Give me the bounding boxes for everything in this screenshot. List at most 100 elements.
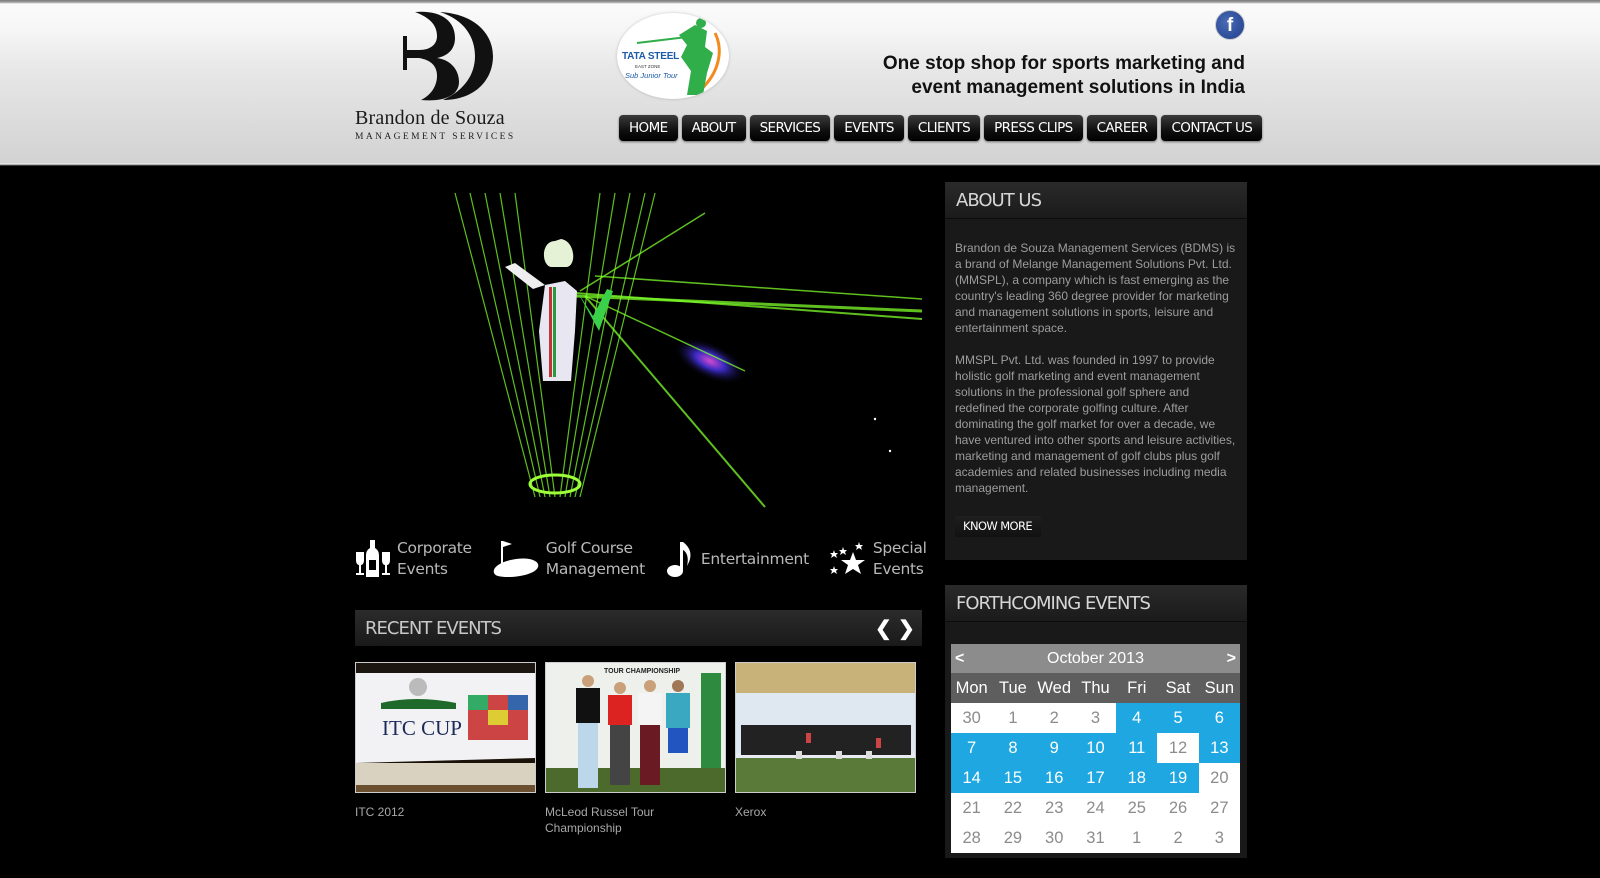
calendar-week: 21 22 23 24 25 26 27 bbox=[951, 793, 1240, 823]
calendar-day: 21 bbox=[951, 793, 993, 823]
main-nav: HOME ABOUT SERVICES EVENTS CLIENTS PRESS… bbox=[619, 115, 1263, 141]
calendar-day-event[interactable]: 8 bbox=[992, 733, 1034, 763]
forthcoming-events-title: FORTHCOMING EVENTS bbox=[945, 585, 1247, 622]
facebook-icon[interactable]: f bbox=[1215, 10, 1245, 40]
calendar-day-event[interactable]: 13 bbox=[1198, 733, 1240, 763]
svg-text:ITC CUP: ITC CUP bbox=[382, 716, 462, 740]
recent-events-title: RECENT EVENTS bbox=[365, 618, 502, 639]
nav-career[interactable]: CAREER bbox=[1086, 115, 1158, 141]
calendar-day: 24 bbox=[1074, 793, 1117, 823]
about-us-title: ABOUT US bbox=[945, 182, 1247, 219]
events-calendar: < October 2013 > Mon Tue Wed Thu Fri Sat Sun 3… bbox=[951, 644, 1240, 853]
tata-steel-badge[interactable]: TATA STEEL EAST ZONE Sub Junior Tour bbox=[617, 13, 729, 99]
calendar-prev-month-button[interactable]: < bbox=[955, 644, 964, 673]
service-golf-course-management[interactable]: Golf Course Management bbox=[492, 530, 645, 588]
bd-monogram-icon bbox=[403, 11, 493, 101]
calendar-weekday: Thu bbox=[1074, 673, 1117, 703]
calendar-day: 3 bbox=[1074, 703, 1117, 733]
calendar-day: 1 bbox=[1116, 823, 1158, 853]
tagline-line2: event management solutions in India bbox=[911, 76, 1245, 98]
nav-about[interactable]: ABOUT bbox=[681, 115, 746, 141]
calendar-day-event[interactable]: 14 bbox=[951, 763, 993, 793]
calendar-month-label: October 2013 bbox=[1047, 650, 1144, 667]
recent-events-list: ITC CUP ITC 2012 TOUR CHAMPIONSHIP McLeo… bbox=[355, 662, 922, 836]
calendar-day: 27 bbox=[1198, 793, 1240, 823]
event-card[interactable]: TOUR CHAMPIONSHIP McLeod Russel Tour Cha… bbox=[545, 662, 726, 836]
calendar-day-event[interactable]: 17 bbox=[1074, 763, 1117, 793]
calendar-day: 31 bbox=[1074, 823, 1117, 853]
music-note-icon bbox=[666, 542, 691, 577]
nav-contact-us[interactable]: CONTACT US bbox=[1161, 115, 1263, 141]
brand-subtitle: MANAGEMENT SERVICES bbox=[355, 132, 516, 142]
calendar-day-event[interactable]: 5 bbox=[1157, 703, 1199, 733]
carousel-next-button[interactable]: ❯ bbox=[898, 616, 915, 641]
calendar-weekday: Tue bbox=[992, 673, 1034, 703]
calendar-day-event[interactable]: 16 bbox=[1033, 763, 1075, 793]
recent-events-header: RECENT EVENTS ❮ ❯ bbox=[355, 610, 922, 646]
calendar-weekday: Fri bbox=[1116, 673, 1158, 703]
calendar-day: 20 bbox=[1198, 763, 1240, 793]
calendar-weekday: Mon bbox=[951, 673, 993, 703]
calendar-weekday: Sat bbox=[1157, 673, 1199, 703]
service-label: Golf Course Management bbox=[545, 539, 645, 578]
calendar-next-month-button[interactable]: > bbox=[1227, 644, 1236, 673]
badge-line2: EAST ZONE bbox=[635, 64, 661, 69]
calendar-weekday: Wed bbox=[1033, 673, 1075, 703]
service-label: Corporate Events bbox=[397, 539, 472, 578]
brand-name: Brandon de Souza bbox=[355, 107, 505, 129]
calendar-week: 14 15 16 17 18 19 20 bbox=[951, 763, 1240, 793]
calendar-week: 28 29 30 31 1 2 3 bbox=[951, 823, 1240, 853]
calendar-weekday: Sun bbox=[1198, 673, 1240, 703]
about-paragraph-1: Brandon de Souza Management Services (BD… bbox=[955, 241, 1236, 335]
calendar-day: 23 bbox=[1033, 793, 1075, 823]
know-more-button[interactable]: KNOW MORE bbox=[955, 516, 1041, 537]
calendar-day: 12 bbox=[1157, 733, 1199, 763]
event-image[interactable]: ITC CUP bbox=[355, 662, 536, 793]
nav-events[interactable]: EVENTS bbox=[834, 115, 904, 141]
calendar-day-event[interactable]: 10 bbox=[1074, 733, 1117, 763]
calendar-day-event[interactable]: 19 bbox=[1157, 763, 1199, 793]
service-label: Special Events bbox=[872, 539, 927, 578]
nav-services[interactable]: SERVICES bbox=[749, 115, 831, 141]
calendar-day-event[interactable]: 9 bbox=[1033, 733, 1075, 763]
brand-logo[interactable]: Brandon de Souza MANAGEMENT SERVICES bbox=[355, 10, 525, 145]
carousel-prev-button[interactable]: ❮ bbox=[875, 616, 892, 641]
event-caption[interactable]: McLeod Russel Tour Championship bbox=[545, 804, 726, 836]
calendar-day: 1 bbox=[992, 703, 1034, 733]
nav-clients[interactable]: CLIENTS bbox=[907, 115, 981, 141]
calendar-day: 3 bbox=[1198, 823, 1240, 853]
calendar-day-event[interactable]: 18 bbox=[1116, 763, 1158, 793]
event-image[interactable] bbox=[735, 662, 916, 793]
event-card[interactable]: Xerox bbox=[735, 662, 916, 836]
forthcoming-events-panel: FORTHCOMING EVENTS < October 2013 > Mon T… bbox=[945, 585, 1247, 858]
service-corporate-events[interactable]: Corporate Events bbox=[355, 530, 472, 588]
calendar-day-event[interactable]: 7 bbox=[951, 733, 993, 763]
calendar-day-event[interactable]: 11 bbox=[1116, 733, 1158, 763]
calendar-grid: Mon Tue Wed Thu Fri Sat Sun 30 1 2 3 4 5 6 7 8 9 10 11 12 1… bbox=[951, 673, 1240, 853]
event-caption[interactable]: ITC 2012 bbox=[355, 804, 536, 820]
tagline-line1: One stop shop for sports marketing and bbox=[882, 53, 1245, 74]
site-header bbox=[0, 0, 1600, 166]
event-caption[interactable]: Xerox bbox=[735, 804, 916, 820]
calendar-day-event[interactable]: 6 bbox=[1198, 703, 1240, 733]
nav-home[interactable]: HOME bbox=[619, 115, 678, 141]
service-special-events[interactable]: Special Events bbox=[829, 530, 927, 588]
calendar-day-event[interactable]: 15 bbox=[992, 763, 1034, 793]
wine-glasses-icon bbox=[356, 540, 390, 577]
nav-press-clips[interactable]: PRESS CLIPS bbox=[984, 115, 1083, 141]
calendar-day: 26 bbox=[1157, 793, 1199, 823]
calendar-header: < October 2013 > bbox=[951, 644, 1240, 673]
about-us-panel: ABOUT US Brandon de Souza Management Ser… bbox=[945, 182, 1247, 560]
services-strip: Corporate Events Golf Course Management En… bbox=[355, 530, 927, 588]
service-entertainment[interactable]: Entertainment bbox=[665, 530, 809, 588]
event-card[interactable]: ITC CUP ITC 2012 bbox=[355, 662, 536, 836]
tagline: One stop shop for sports marketing and e… bbox=[860, 52, 1245, 99]
badge-line3: Sub Junior Tour bbox=[625, 71, 678, 80]
event-image[interactable]: TOUR CHAMPIONSHIP bbox=[545, 662, 726, 793]
calendar-day: 22 bbox=[992, 793, 1034, 823]
calendar-day: 2 bbox=[1033, 703, 1075, 733]
calendar-day: 28 bbox=[951, 823, 993, 853]
calendar-day: 25 bbox=[1116, 793, 1158, 823]
hero-image bbox=[355, 181, 922, 508]
calendar-day-event[interactable]: 4 bbox=[1116, 703, 1158, 733]
